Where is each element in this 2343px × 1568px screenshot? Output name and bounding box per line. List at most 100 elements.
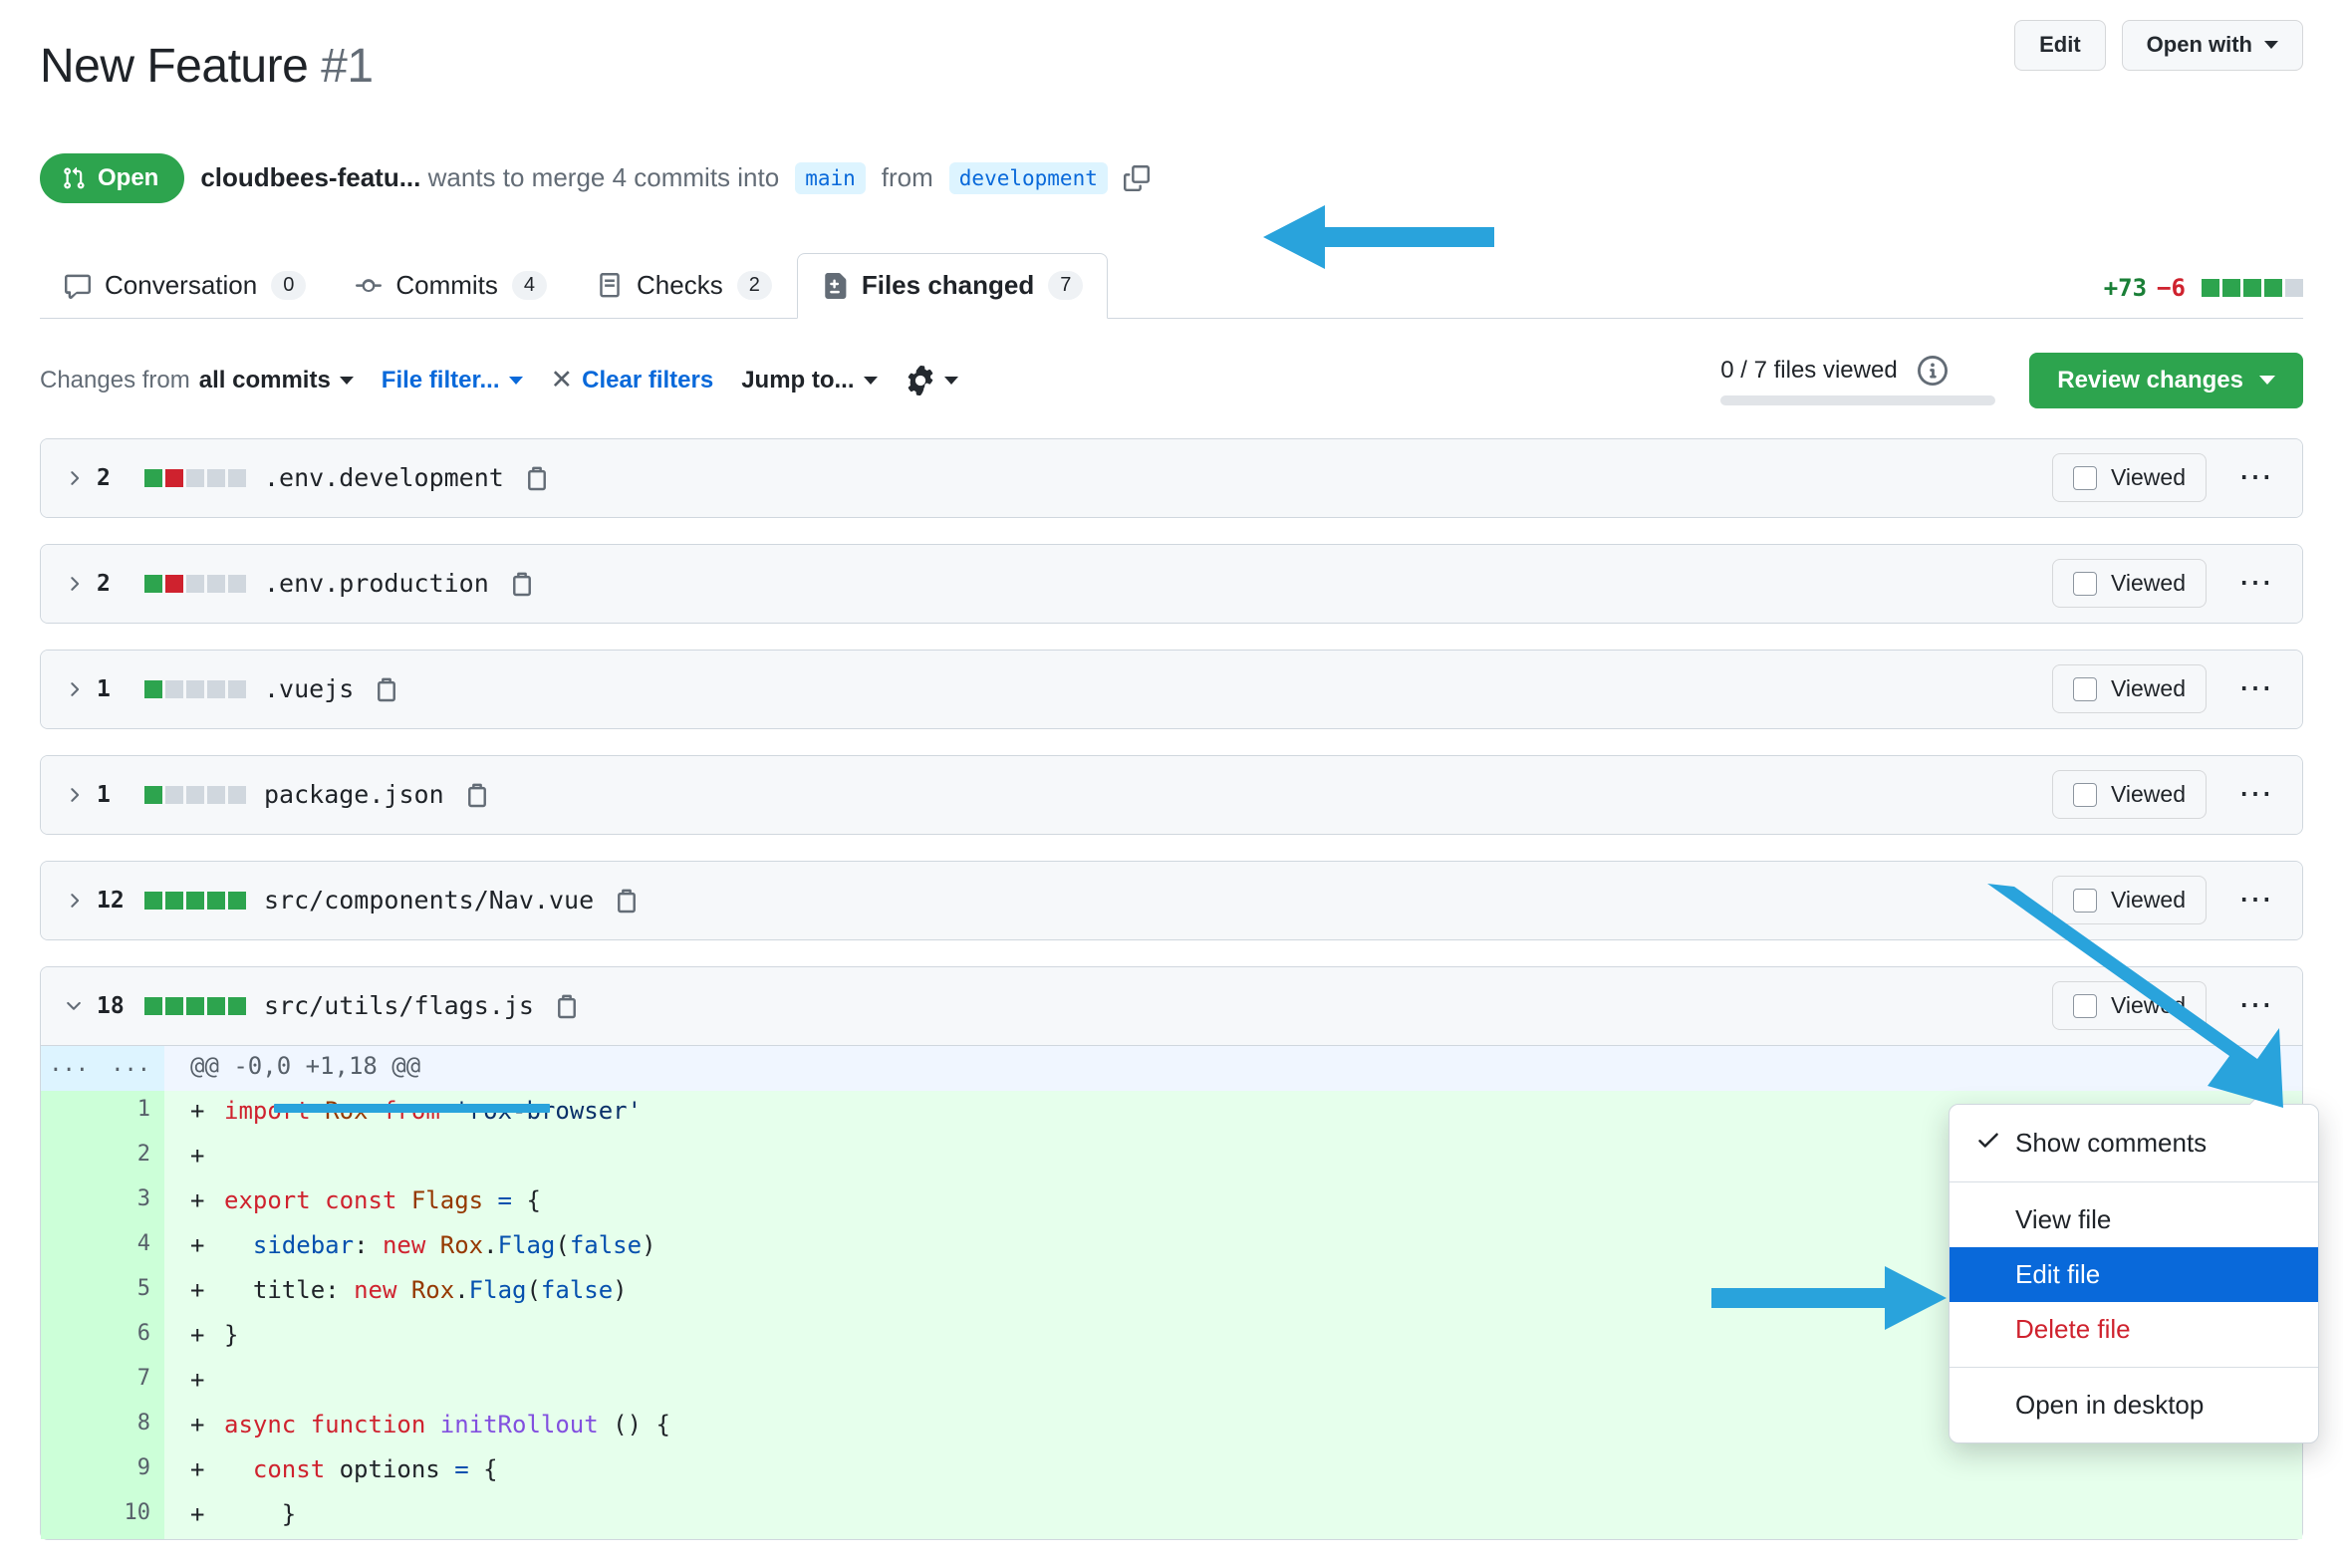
kebab-menu-icon[interactable]: ⋯ — [2232, 884, 2280, 916]
viewed-checkbox-button[interactable]: Viewed — [2051, 453, 2207, 503]
file-header[interactable]: 2 .env.production Viewed ⋯ — [41, 544, 2302, 623]
chevron-right-icon[interactable] — [63, 784, 97, 806]
tab-checks-count: 2 — [736, 271, 772, 301]
checks-icon — [600, 272, 620, 298]
pull-request-icon — [64, 166, 85, 189]
file-row-nav-vue: 12 src/components/Nav.vue Viewed ⋯ — [40, 860, 2303, 940]
diff-line-number-old — [41, 1224, 103, 1270]
copy-path-icon[interactable] — [554, 993, 580, 1019]
diff-line-number-new: 3 — [103, 1179, 164, 1225]
diff-settings-button[interactable] — [906, 365, 958, 395]
diff-line: 10 + } — [41, 1493, 2302, 1539]
viewed-checkbox-button[interactable]: Viewed — [2051, 664, 2207, 714]
menu-item-open-in-desktop[interactable]: Open in desktop — [1950, 1378, 2318, 1433]
file-change-count: 18 — [97, 992, 125, 1019]
diff-line-number-old — [41, 1090, 103, 1136]
kebab-menu-icon[interactable]: ⋯ — [2232, 567, 2280, 600]
hunk-header-text: @@ -0,0 +1,18 @@ — [164, 1045, 2302, 1091]
diff-line-marker: + — [190, 1096, 205, 1125]
tab-commits[interactable]: Commits 4 — [331, 253, 572, 319]
info-icon[interactable] — [1917, 355, 1948, 386]
menu-item-label: Delete file — [2015, 1314, 2131, 1344]
file-header[interactable]: 2 .env.development Viewed ⋯ — [41, 438, 2302, 517]
kebab-menu-icon[interactable]: ⋯ — [2232, 461, 2280, 494]
file-name[interactable]: .env.production — [264, 569, 489, 598]
menu-item-edit-file[interactable]: Edit file — [1950, 1247, 2318, 1302]
viewed-checkbox[interactable] — [2072, 993, 2097, 1018]
changes-from-dropdown[interactable]: Changes from all commits — [40, 367, 354, 394]
file-name[interactable]: .vuejs — [264, 674, 354, 703]
diff-line-number-old — [41, 1404, 103, 1449]
viewed-checkbox-button[interactable]: Viewed — [2051, 770, 2207, 820]
tab-files-changed[interactable]: Files changed 7 — [796, 252, 1109, 319]
chevron-right-icon[interactable] — [63, 890, 97, 912]
jump-to-dropdown[interactable]: Jump to... — [741, 366, 878, 394]
viewed-checkbox[interactable] — [2072, 782, 2097, 807]
close-icon: ✕ — [550, 365, 574, 395]
file-diffstat-blocks — [144, 785, 246, 804]
diff-line-marker: + — [190, 1185, 205, 1214]
copy-path-icon[interactable] — [464, 782, 490, 808]
chevron-down-icon[interactable] — [63, 995, 97, 1017]
code-token: false — [569, 1230, 643, 1259]
code-token: ) — [613, 1275, 628, 1304]
chevron-right-icon[interactable] — [63, 573, 97, 595]
code-token: Flag — [468, 1275, 527, 1304]
copy-path-icon[interactable] — [509, 571, 535, 597]
menu-item-show-comments[interactable]: Show comments — [1950, 1115, 2318, 1172]
kebab-menu-icon[interactable]: ⋯ — [2232, 989, 2280, 1022]
chevron-right-icon[interactable] — [63, 467, 97, 489]
file-header[interactable]: 1 .vuejs Viewed ⋯ — [41, 650, 2302, 728]
viewed-checkbox-button[interactable]: Viewed — [2051, 876, 2207, 925]
viewed-checkbox[interactable] — [2072, 888, 2097, 913]
viewed-checkbox-button[interactable]: Viewed — [2051, 981, 2207, 1031]
code-token: initRollout — [439, 1410, 599, 1438]
file-row-package-json: 1 package.json Viewed ⋯ — [40, 754, 2303, 835]
merge-text-2: from — [881, 162, 933, 193]
copy-path-icon[interactable] — [374, 676, 399, 702]
review-changes-button[interactable]: Review changes — [2029, 352, 2303, 408]
tab-conversation[interactable]: Conversation 0 — [40, 253, 331, 319]
file-name[interactable]: src/components/Nav.vue — [264, 886, 594, 915]
file-change-count: 1 — [97, 675, 111, 702]
diff-line-marker: + — [190, 1365, 205, 1394]
tab-checks[interactable]: Checks 2 — [572, 253, 797, 319]
kebab-menu-icon[interactable]: ⋯ — [2232, 672, 2280, 705]
code-token: export const — [224, 1185, 411, 1214]
menu-group-3: Open in desktop — [1950, 1368, 2318, 1442]
tab-commits-label: Commits — [395, 270, 498, 301]
jump-to-label: Jump to... — [741, 366, 855, 393]
copy-path-icon[interactable] — [614, 888, 640, 914]
file-header[interactable]: 18 src/utils/flags.js Viewed ⋯ — [41, 966, 2302, 1045]
file-name[interactable]: .env.development — [264, 463, 504, 492]
clear-filters-button[interactable]: ✕ Clear filters — [551, 367, 714, 394]
copy-path-icon[interactable] — [524, 465, 550, 491]
file-header[interactable]: 12 src/components/Nav.vue Viewed ⋯ — [41, 861, 2302, 939]
copy-branch-icon[interactable] — [1123, 164, 1150, 191]
file-name[interactable]: src/utils/flags.js — [264, 991, 534, 1020]
viewed-checkbox[interactable] — [2072, 571, 2097, 596]
check-icon — [1975, 1127, 2001, 1160]
viewed-checkbox-button[interactable]: Viewed — [2051, 559, 2207, 609]
viewed-checkbox[interactable] — [2072, 465, 2097, 490]
diff-line-number-new: 8 — [103, 1404, 164, 1449]
file-filter-dropdown[interactable]: File filter... — [382, 367, 523, 394]
file-header[interactable]: 1 package.json Viewed ⋯ — [41, 755, 2302, 834]
menu-item-view-file[interactable]: View file — [1950, 1192, 2318, 1247]
base-branch-chip[interactable]: main — [795, 161, 866, 194]
viewed-checkbox[interactable] — [2072, 676, 2097, 701]
head-branch-chip[interactable]: development — [948, 161, 1108, 194]
menu-group-2: View file Edit file Delete file — [1950, 1182, 2318, 1368]
menu-item-delete-file[interactable]: Delete file — [1950, 1302, 2318, 1357]
chevron-down-icon — [2259, 376, 2275, 386]
file-name[interactable]: package.json — [264, 780, 444, 809]
viewed-label: Viewed — [2110, 887, 2186, 914]
open-with-button[interactable]: Open with — [2121, 20, 2303, 71]
chevron-right-icon[interactable] — [63, 678, 97, 700]
diff-line-number-old — [41, 1493, 103, 1539]
menu-group-1: Show comments — [1950, 1105, 2318, 1182]
edit-button[interactable]: Edit — [2014, 20, 2106, 71]
kebab-menu-icon[interactable]: ⋯ — [2232, 778, 2280, 811]
